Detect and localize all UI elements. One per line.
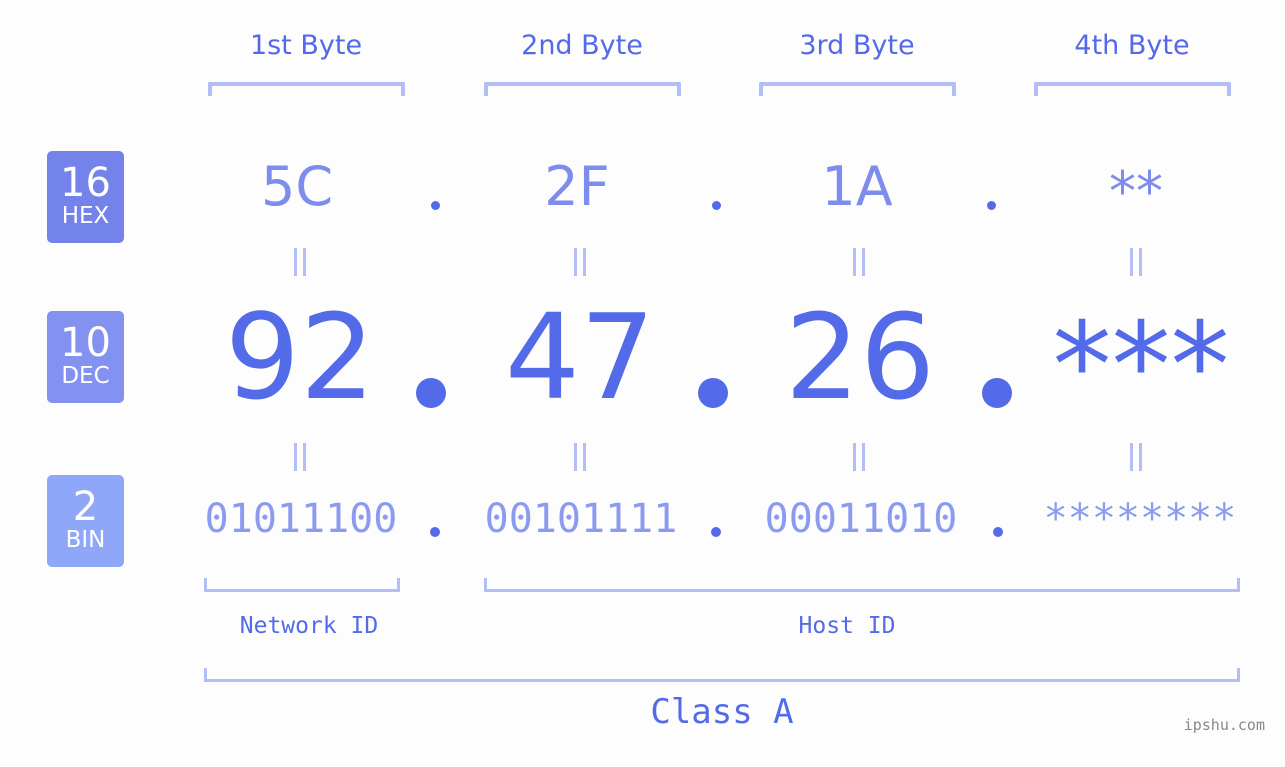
byte-bracket-2 (484, 82, 681, 96)
bin-byte-1: 01011100 (204, 496, 398, 542)
equals-marker (1036, 441, 1236, 479)
hex-badge: 16 HEX (47, 151, 124, 243)
byte-header-3: 3rd Byte (799, 30, 915, 61)
byte-header-4: 4th Byte (1074, 30, 1190, 61)
network-id-label: Network ID (239, 613, 379, 639)
hex-byte-1: 5C (260, 155, 334, 218)
byte-bracket-3 (759, 82, 956, 96)
equals-marker (480, 441, 680, 479)
host-id-bracket (484, 578, 1240, 592)
hex-separator-dot (987, 201, 996, 210)
hex-byte-4: ** (1109, 160, 1163, 223)
dec-badge-label: DEC (61, 363, 110, 389)
dec-badge-number: 10 (60, 320, 111, 366)
equals-marker (1036, 246, 1236, 284)
bin-badge-number: 2 (72, 484, 99, 530)
watermark: ipshu.com (1183, 716, 1265, 734)
class-bracket (204, 668, 1240, 682)
hex-byte-3: 1A (821, 155, 893, 218)
bin-byte-4: ******** (1043, 496, 1237, 542)
equals-marker (480, 246, 680, 284)
dec-byte-3: 26 (784, 288, 936, 426)
bin-separator-dot (711, 527, 721, 537)
byte-bracket-4 (1034, 82, 1231, 96)
network-id-bracket (204, 578, 400, 592)
hex-separator-dot (712, 201, 721, 210)
dec-byte-1: 92 (224, 288, 376, 426)
dec-separator-dot (416, 378, 446, 408)
byte-header-2: 2nd Byte (521, 30, 643, 61)
bin-byte-3: 00011010 (764, 496, 958, 542)
hex-separator-dot (431, 201, 440, 210)
dec-byte-4: *** (1052, 296, 1230, 434)
equals-marker (759, 246, 959, 284)
host-id-label: Host ID (798, 613, 896, 639)
equals-marker (200, 246, 400, 284)
hex-badge-label: HEX (61, 203, 110, 229)
hex-badge-number: 16 (60, 160, 111, 206)
equals-marker (759, 441, 959, 479)
dec-separator-dot (698, 378, 728, 408)
bin-separator-dot (430, 527, 440, 537)
dec-separator-dot (982, 378, 1012, 408)
byte-bracket-1 (208, 82, 405, 96)
hex-byte-2: 2F (544, 155, 610, 218)
byte-header-1: 1st Byte (249, 30, 363, 61)
equals-marker (200, 441, 400, 479)
dec-byte-2: 47 (504, 288, 656, 426)
bin-badge: 2 BIN (47, 475, 124, 567)
dec-badge: 10 DEC (47, 311, 124, 403)
bin-byte-2: 00101111 (484, 496, 678, 542)
bin-badge-label: BIN (65, 527, 106, 553)
class-label: Class A (650, 692, 794, 732)
bin-separator-dot (993, 527, 1003, 537)
